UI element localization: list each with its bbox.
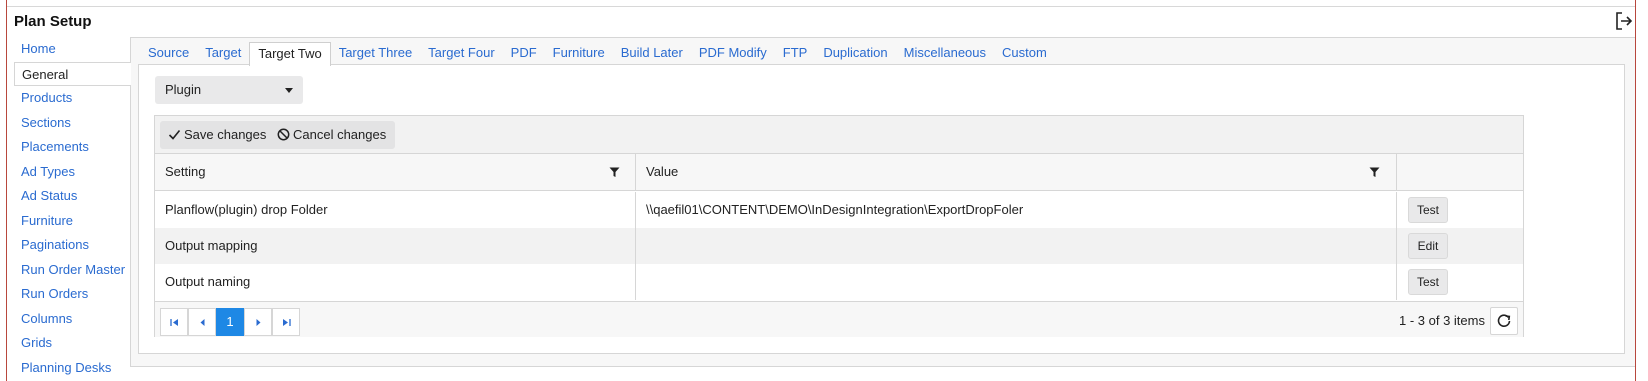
sidebar-item-paginations[interactable]: Paginations	[14, 233, 130, 258]
sidebar-item-products[interactable]: Products	[14, 86, 130, 111]
page-number-button[interactable]: 1	[216, 308, 244, 336]
cancel-changes-button[interactable]: Cancel changes	[269, 121, 396, 149]
tab-build-later[interactable]: Build Later	[613, 42, 691, 64]
settings-tabs: Source Target Target Two Target Three Ta…	[140, 42, 1055, 66]
page-title: Plan Setup	[14, 13, 92, 30]
table-row: Output naming Test	[155, 264, 1523, 300]
last-page-button[interactable]	[272, 308, 300, 336]
refresh-icon	[1497, 314, 1511, 327]
sidebar-item-furniture[interactable]: Furniture	[14, 209, 130, 234]
test-button[interactable]: Test	[1408, 269, 1448, 295]
column-header-setting[interactable]: Setting	[155, 154, 636, 190]
last-page-icon	[283, 319, 291, 326]
sidebar-item-run-orders[interactable]: Run Orders	[14, 282, 130, 307]
refresh-button[interactable]	[1490, 307, 1518, 335]
filter-icon[interactable]	[1369, 167, 1380, 178]
dropdown-value: Plugin	[165, 82, 202, 97]
tab-target-four[interactable]: Target Four	[420, 42, 502, 64]
test-button[interactable]: Test	[1408, 197, 1448, 223]
sidebar-item-grids[interactable]: Grids	[14, 331, 130, 356]
category-dropdown[interactable]: Plugin	[155, 76, 303, 104]
table-row: Planflow(plugin) drop Folder \\qaefil01\…	[155, 192, 1523, 228]
column-header-actions	[1397, 154, 1523, 190]
settings-grid: Save changes Cancel changes Setting Valu…	[154, 115, 1524, 337]
first-page-button[interactable]	[160, 308, 188, 336]
sidebar-item-ad-types[interactable]: Ad Types	[14, 160, 130, 185]
sidebar: Home General Products Sections Placement…	[14, 37, 131, 381]
sidebar-item-sections[interactable]: Sections	[14, 111, 130, 136]
tab-target[interactable]: Target	[197, 42, 249, 64]
tab-miscellaneous[interactable]: Miscellaneous	[896, 42, 994, 64]
window-edge-right	[1635, 0, 1636, 381]
sidebar-item-run-order-master[interactable]: Run Order Master	[14, 258, 130, 283]
tab-target-two[interactable]: Target Two	[249, 42, 331, 66]
next-page-button[interactable]	[244, 308, 272, 336]
grid-toolbar: Save changes Cancel changes	[155, 116, 1523, 154]
tab-duplication[interactable]: Duplication	[815, 42, 895, 64]
tab-furniture[interactable]: Furniture	[545, 42, 613, 64]
top-divider	[6, 6, 1636, 7]
window-edge-left	[6, 0, 7, 381]
caret-down-icon	[285, 88, 293, 93]
sidebar-item-ad-status[interactable]: Ad Status	[14, 184, 130, 209]
tab-custom[interactable]: Custom	[994, 42, 1055, 64]
save-changes-button[interactable]: Save changes	[160, 121, 276, 149]
tab-ftp[interactable]: FTP	[775, 42, 816, 64]
filter-icon[interactable]	[609, 167, 620, 178]
grid-pager: 1 1 - 3 of 3 items	[155, 301, 1523, 337]
sidebar-item-planning-desks[interactable]: Planning Desks	[14, 356, 130, 381]
grid-header: Setting Value	[155, 154, 1523, 191]
sidebar-item-general[interactable]: General	[14, 61, 131, 86]
value-cell[interactable]	[636, 228, 1397, 264]
tab-pdf-modify[interactable]: PDF Modify	[691, 42, 775, 64]
cancel-icon	[277, 128, 290, 141]
check-icon	[168, 129, 181, 140]
cancel-changes-label: Cancel changes	[293, 127, 387, 142]
sidebar-item-home[interactable]: Home	[14, 37, 130, 62]
edit-button[interactable]: Edit	[1408, 233, 1448, 259]
column-header-setting-label: Setting	[165, 164, 206, 179]
first-page-icon	[170, 319, 178, 326]
chevron-right-icon	[256, 319, 261, 326]
tab-target-three[interactable]: Target Three	[331, 42, 420, 64]
previous-page-button[interactable]	[188, 308, 216, 336]
setting-cell: Planflow(plugin) drop Folder	[155, 192, 636, 228]
chevron-left-icon	[200, 319, 205, 326]
setting-cell: Output naming	[155, 264, 636, 300]
sidebar-item-placements[interactable]: Placements	[14, 135, 130, 160]
column-header-value[interactable]: Value	[636, 154, 1397, 190]
setting-cell: Output mapping	[155, 228, 636, 264]
app-window: Plan Setup Home General Products Section…	[0, 0, 1648, 381]
save-changes-label: Save changes	[184, 127, 267, 142]
sidebar-item-columns[interactable]: Columns	[14, 307, 130, 332]
column-header-value-label: Value	[646, 164, 679, 179]
value-cell[interactable]	[636, 264, 1397, 300]
table-row: Output mapping Edit	[155, 228, 1523, 264]
tab-source[interactable]: Source	[140, 42, 197, 64]
tab-pdf[interactable]: PDF	[503, 42, 545, 64]
logout-icon[interactable]	[1614, 11, 1634, 31]
pager-info: 1 - 3 of 3 items	[1399, 313, 1485, 328]
value-cell[interactable]: \\qaefil01\CONTENT\DEMO\InDesignIntegrat…	[636, 192, 1397, 228]
